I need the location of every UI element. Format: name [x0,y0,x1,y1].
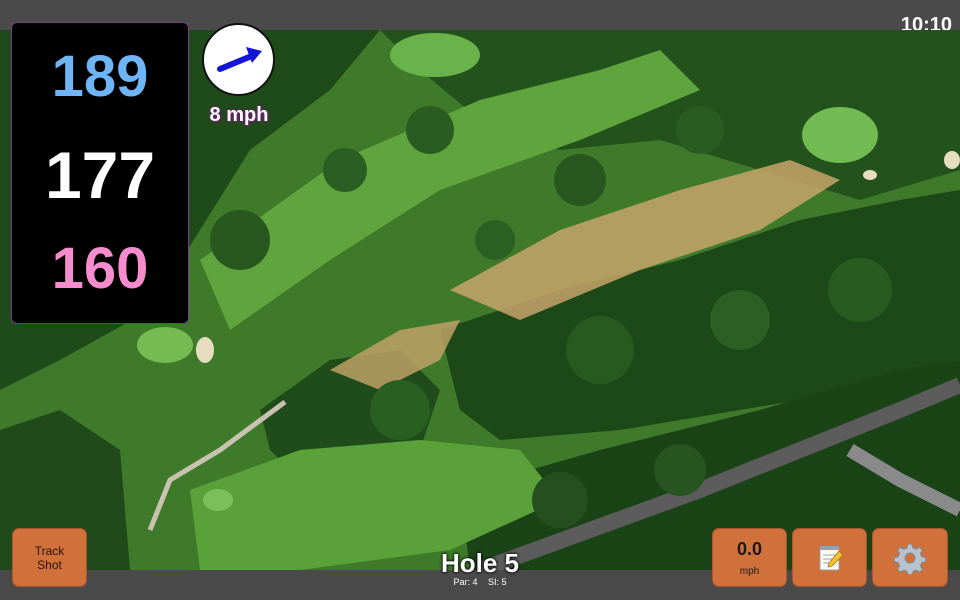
gear-icon [894,543,926,574]
settings-button[interactable] [872,528,948,587]
middle-yardage: 177 [44,138,156,212]
hole-par: Par: 4 [453,577,478,587]
wind-arrow-icon [217,47,262,72]
notes-button[interactable] [792,528,867,587]
back-yardage: 189 [51,44,149,109]
wind-speed: 8 mph [209,104,269,126]
hole-stroke-index: SI: 5 [488,577,507,587]
track-shot-label-line2: Shot [37,557,62,572]
yardage-panel: 189 177 160 [11,22,189,324]
track-shot-button[interactable]: Track Shot [12,528,87,587]
speed-value: 0.0 [736,538,763,559]
speed-button[interactable]: 0.0 mph [712,528,787,587]
hole-meta: Par: 4 SI: 5 [400,577,560,587]
front-yardage: 160 [51,236,149,301]
wind-compass [202,23,275,96]
hole-title: Hole 5 [440,548,520,578]
notepad-icon [819,545,844,570]
speed-unit: mph [739,565,760,577]
track-shot-label-line1: Track [34,543,65,558]
